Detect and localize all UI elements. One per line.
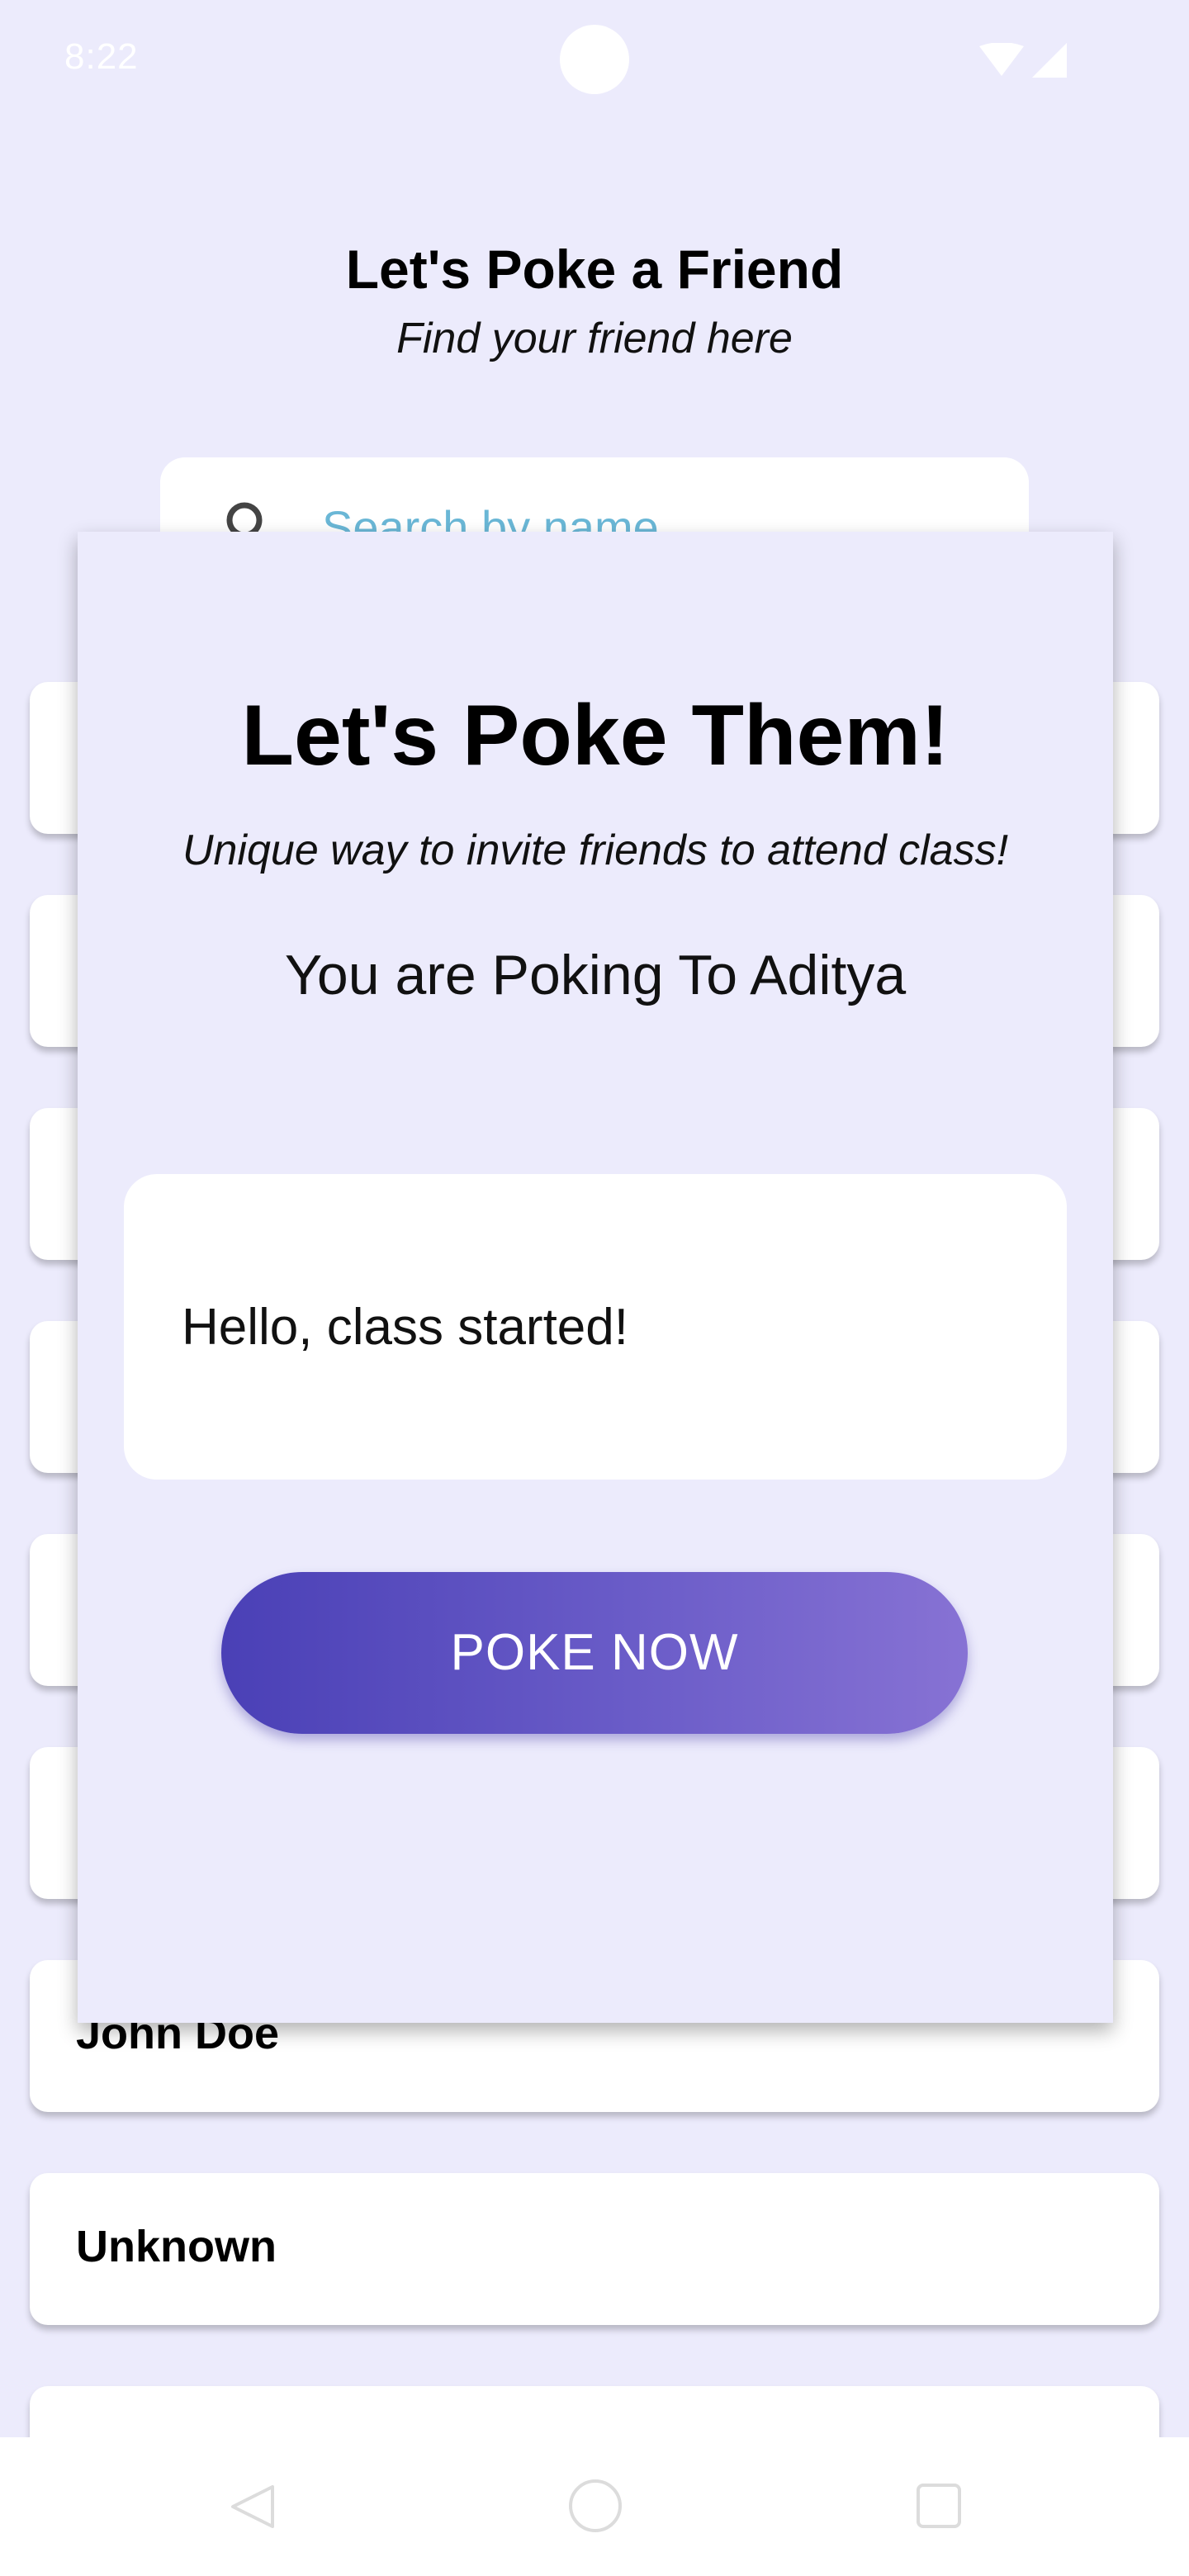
friend-card[interactable]: Unknown [30, 2173, 1159, 2325]
home-icon[interactable] [566, 2477, 624, 2535]
page-title: Let's Poke a Friend [345, 239, 844, 300]
message-text: Hello, class started! [182, 1299, 628, 1356]
recents-icon[interactable] [915, 2482, 963, 2530]
status-bar: 8:22 [0, 0, 1189, 124]
poke-target-text: You are Poking To Aditya [284, 944, 907, 1006]
signal-icon [1032, 43, 1067, 78]
page-subtitle: Find your friend here [396, 315, 793, 362]
poke-dialog: Let's Poke Them! Unique way to invite fr… [78, 532, 1113, 2023]
dialog-subtitle: Unique way to invite friends to attend c… [182, 826, 1009, 874]
camera-cutout [560, 25, 629, 94]
back-icon[interactable] [228, 2482, 277, 2531]
poke-now-label: POKE NOW [450, 1624, 739, 1681]
navigation-bar [0, 2437, 1189, 2576]
wifi-icon [979, 43, 1024, 76]
poke-now-button[interactable]: POKE NOW [221, 1572, 968, 1734]
friend-name: Unknown [76, 2222, 277, 2271]
dialog-title: Let's Poke Them! [241, 688, 950, 784]
message-input[interactable]: Hello, class started! [124, 1174, 1067, 1480]
status-time: 8:22 [64, 36, 139, 77]
